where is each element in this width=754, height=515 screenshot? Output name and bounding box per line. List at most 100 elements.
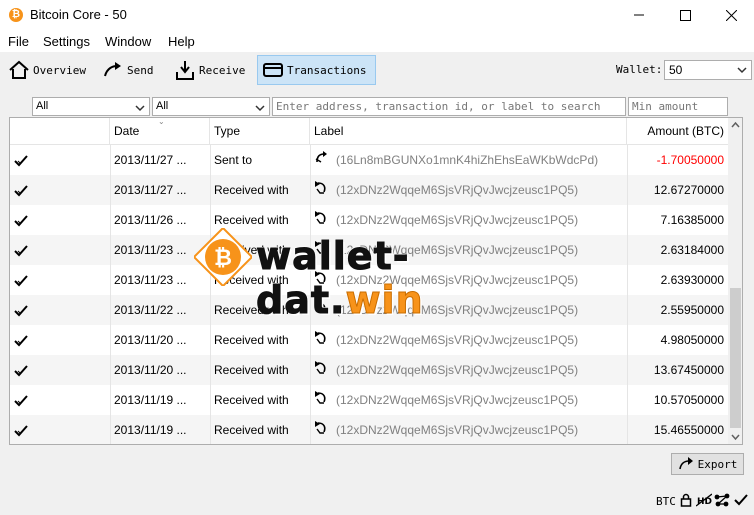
row-label-cell: (16Ln8mBGUNXo1mnK4hiZhEhsEaWKbWdcPd) bbox=[314, 145, 627, 175]
row-type: Received with bbox=[214, 213, 289, 227]
type-filter-select[interactable]: All bbox=[152, 97, 270, 116]
received-arrow-icon bbox=[314, 236, 336, 265]
scroll-up-arrow-icon[interactable] bbox=[728, 118, 742, 133]
table-row[interactable]: 2013/11/27 ... Received with (12xDNz2Wqq… bbox=[10, 175, 728, 205]
menu-settings[interactable]: Settings bbox=[43, 34, 90, 49]
confirmed-check-icon bbox=[14, 415, 110, 444]
receive-tray-icon bbox=[176, 61, 194, 80]
row-label-cell: (12xDNz2WqqeM6SjsVRjQvJwcjzeusc1PQ5) bbox=[314, 205, 627, 235]
row-date: 2013/11/19 ... bbox=[114, 393, 187, 407]
header-type[interactable]: Type bbox=[210, 118, 310, 145]
wallet-select[interactable]: 50 bbox=[664, 60, 752, 80]
row-label-cell: (12xDNz2WqqeM6SjsVRjQvJwcjzeusc1PQ5) bbox=[314, 265, 627, 295]
menu-bar: File Settings Window Help bbox=[0, 30, 754, 52]
table-row[interactable]: 2013/11/27 ... Sent to (16Ln8mBGUNXo1mnK… bbox=[10, 145, 728, 175]
overview-label: Overview bbox=[33, 63, 86, 77]
date-filter-select[interactable]: All bbox=[32, 97, 150, 116]
send-arrow-icon bbox=[104, 62, 121, 77]
export-button[interactable]: Export bbox=[671, 453, 744, 475]
minimize-button[interactable] bbox=[616, 0, 662, 30]
chevron-down-icon bbox=[737, 67, 747, 74]
close-button[interactable] bbox=[708, 0, 754, 30]
table-row[interactable]: 2013/11/23 ... Received with (12xDNz2Wqq… bbox=[10, 265, 728, 295]
row-label-cell: (12xDNz2WqqeM6SjsVRjQvJwcjzeusc1PQ5) bbox=[314, 355, 627, 385]
table-row[interactable]: 2013/11/19 ... Received with (12xDNz2Wqq… bbox=[10, 415, 728, 444]
row-label: (16Ln8mBGUNXo1mnK4hiZhEhsEaWKbWdcPd) bbox=[336, 153, 599, 167]
network-icon[interactable] bbox=[714, 493, 730, 507]
row-date: 2013/11/19 ... bbox=[114, 423, 187, 437]
unit-label[interactable]: BTC bbox=[656, 495, 676, 508]
menu-help[interactable]: Help bbox=[168, 34, 195, 49]
row-label-cell: (12xDNz2WqqeM6SjsVRjQvJwcjzeusc1PQ5) bbox=[314, 415, 627, 444]
confirmed-check-icon bbox=[14, 265, 110, 295]
min-amount-input[interactable]: Min amount bbox=[628, 97, 728, 116]
confirmed-check-icon bbox=[14, 145, 110, 175]
transactions-label: Transactions bbox=[287, 63, 367, 77]
confirmed-check-icon bbox=[14, 325, 110, 355]
row-type: Received with bbox=[214, 393, 289, 407]
row-date: 2013/11/27 ... bbox=[114, 183, 187, 197]
wallet-value: 50 bbox=[669, 63, 683, 77]
table-row[interactable]: 2013/11/22 ... Received with (12xDNz2Wqq… bbox=[10, 295, 728, 325]
confirmed-check-icon bbox=[14, 295, 110, 325]
row-type: Received with bbox=[214, 303, 289, 317]
export-label: Export bbox=[697, 457, 738, 471]
wallet-label: Wallet: bbox=[616, 63, 663, 76]
row-amount: 7.16385000 bbox=[660, 213, 724, 227]
row-label: (12xDNz2WqqeM6SjsVRjQvJwcjzeusc1PQ5) bbox=[336, 243, 579, 257]
column-divider bbox=[627, 145, 628, 444]
minimize-icon bbox=[634, 14, 644, 16]
row-amount: 12.67270000 bbox=[653, 183, 724, 197]
search-input[interactable]: Enter address, transaction id, or label … bbox=[272, 97, 626, 116]
header-status[interactable] bbox=[10, 118, 110, 145]
scrollbar-thumb[interactable] bbox=[730, 288, 741, 428]
synced-check-icon bbox=[734, 494, 748, 506]
transactions-table: Date ⌄ Type Label Amount (BTC) 2013/11/2… bbox=[9, 117, 743, 445]
vertical-scrollbar[interactable] bbox=[728, 118, 742, 444]
send-button[interactable]: Send bbox=[98, 55, 158, 85]
receive-label: Receive bbox=[199, 63, 246, 77]
received-arrow-icon bbox=[314, 296, 336, 325]
row-label-cell: (12xDNz2WqqeM6SjsVRjQvJwcjzeusc1PQ5) bbox=[314, 385, 627, 415]
maximize-button[interactable] bbox=[662, 0, 708, 30]
table-row[interactable]: 2013/11/19 ... Received with (12xDNz2Wqq… bbox=[10, 385, 728, 415]
bitcoin-app-icon: ₿ bbox=[9, 8, 23, 22]
table-row[interactable]: 2013/11/20 ... Received with (12xDNz2Wqq… bbox=[10, 325, 728, 355]
status-bar: BTC HD bbox=[0, 490, 754, 512]
received-arrow-icon bbox=[314, 356, 336, 385]
table-header: Date ⌄ Type Label Amount (BTC) bbox=[10, 118, 728, 145]
transactions-button[interactable]: Transactions bbox=[257, 55, 376, 85]
header-label[interactable]: Label bbox=[310, 118, 627, 145]
table-row[interactable]: 2013/11/20 ... Received with (12xDNz2Wqq… bbox=[10, 355, 728, 385]
scroll-down-arrow-icon[interactable] bbox=[728, 429, 742, 444]
row-label: (12xDNz2WqqeM6SjsVRjQvJwcjzeusc1PQ5) bbox=[336, 183, 579, 197]
row-date: 2013/11/23 ... bbox=[114, 273, 187, 287]
menu-file[interactable]: File bbox=[8, 34, 29, 49]
row-date: 2013/11/22 ... bbox=[114, 303, 187, 317]
confirmed-check-icon bbox=[14, 205, 110, 235]
confirmed-check-icon bbox=[14, 355, 110, 385]
lock-icon[interactable] bbox=[680, 493, 692, 507]
row-label: (12xDNz2WqqeM6SjsVRjQvJwcjzeusc1PQ5) bbox=[336, 213, 579, 227]
received-arrow-icon bbox=[314, 206, 336, 235]
row-amount: 13.67450000 bbox=[653, 363, 724, 377]
header-amount[interactable]: Amount (BTC) bbox=[627, 118, 728, 145]
svg-text:HD: HD bbox=[697, 497, 712, 507]
row-label: (12xDNz2WqqeM6SjsVRjQvJwcjzeusc1PQ5) bbox=[336, 393, 579, 407]
card-icon bbox=[263, 63, 283, 77]
row-type: Received with bbox=[214, 423, 289, 437]
confirmed-check-icon bbox=[14, 235, 110, 265]
menu-window[interactable]: Window bbox=[105, 34, 151, 49]
row-type: Received with bbox=[214, 183, 289, 197]
row-date: 2013/11/20 ... bbox=[114, 363, 187, 377]
window-title: Bitcoin Core - 50 bbox=[30, 7, 127, 22]
overview-button[interactable]: Overview bbox=[4, 55, 90, 85]
table-row[interactable]: 2013/11/23 ... Received with (12xDNz2Wqq… bbox=[10, 235, 728, 265]
home-icon bbox=[9, 60, 29, 79]
column-divider bbox=[110, 145, 111, 444]
table-row[interactable]: 2013/11/26 ... Received with (12xDNz2Wqq… bbox=[10, 205, 728, 235]
row-amount: -1.70050000 bbox=[656, 153, 724, 167]
receive-button[interactable]: Receive bbox=[170, 55, 249, 85]
row-label: (12xDNz2WqqeM6SjsVRjQvJwcjzeusc1PQ5) bbox=[336, 303, 579, 317]
received-arrow-icon bbox=[314, 176, 336, 205]
